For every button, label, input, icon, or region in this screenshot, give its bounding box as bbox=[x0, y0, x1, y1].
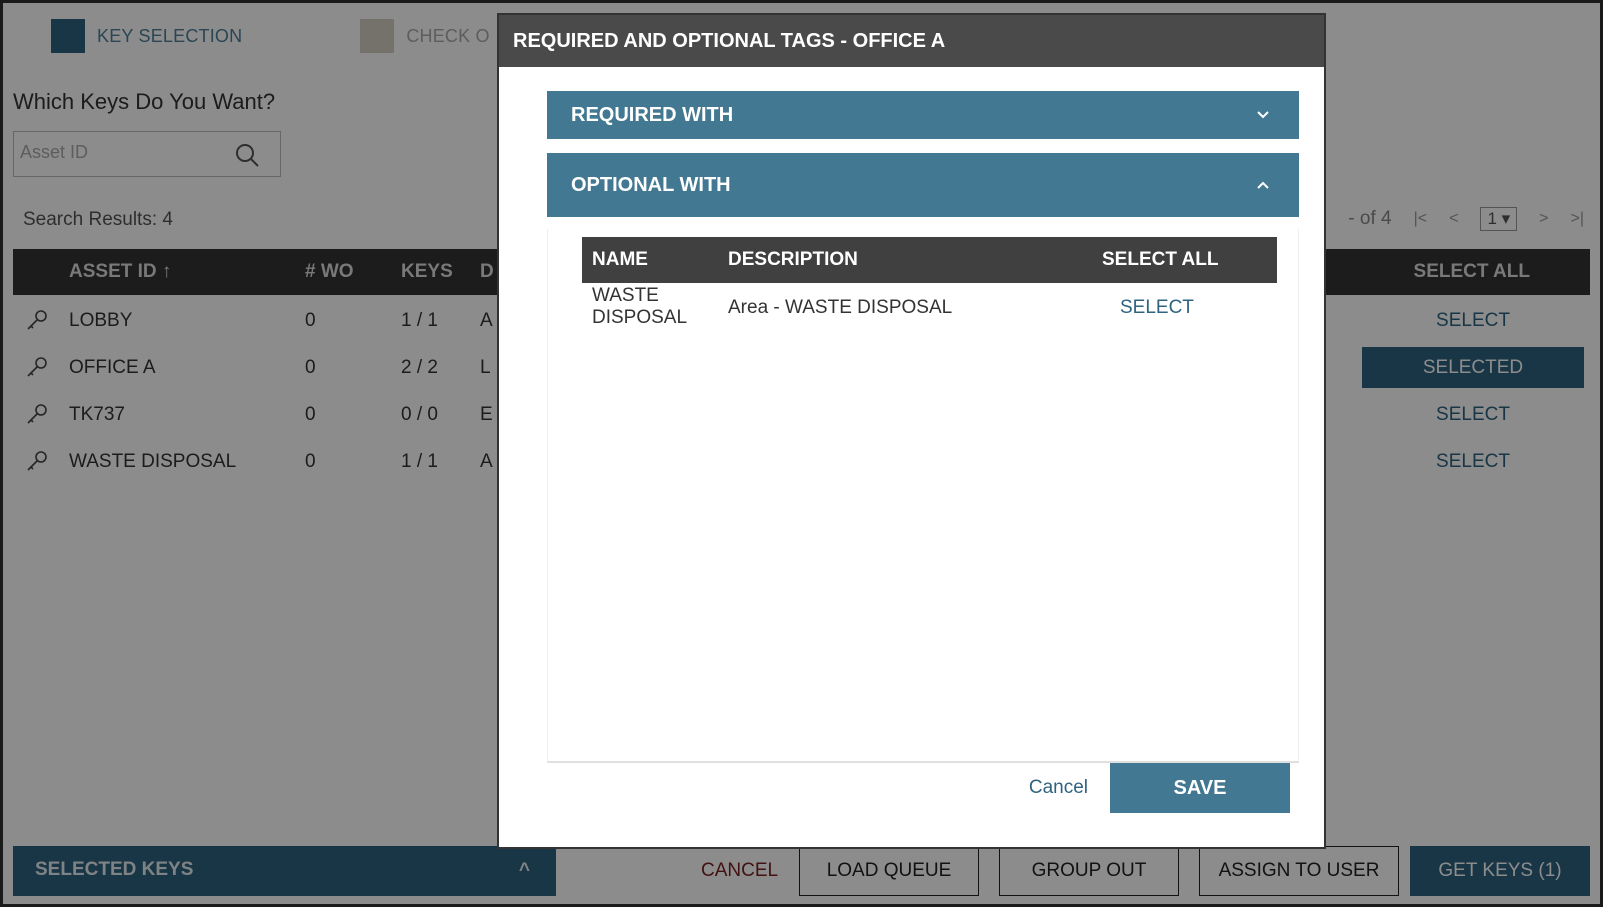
optional-with-panel: NAME DESCRIPTION SELECT ALL WASTE DISPOS… bbox=[547, 229, 1299, 763]
app-window: KEY SELECTION CHECK O Which Keys Do You … bbox=[0, 0, 1603, 907]
select-button[interactable]: SELECT bbox=[1120, 297, 1194, 319]
name-cell-line1: WASTE bbox=[592, 285, 659, 306]
col-description[interactable]: DESCRIPTION bbox=[728, 249, 858, 271]
tags-dialog: REQUIRED AND OPTIONAL TAGS - OFFICE A RE… bbox=[497, 13, 1326, 849]
dialog-title: REQUIRED AND OPTIONAL TAGS - OFFICE A bbox=[499, 15, 1324, 67]
description-cell: Area - WASTE DISPOSAL bbox=[728, 297, 953, 318]
chevron-down-icon bbox=[1257, 111, 1269, 119]
dialog-cancel-button[interactable]: Cancel bbox=[1029, 777, 1088, 799]
col-name[interactable]: NAME bbox=[592, 249, 648, 271]
required-with-accordion[interactable]: REQUIRED WITH bbox=[547, 91, 1299, 139]
optional-with-label: OPTIONAL WITH bbox=[571, 174, 731, 196]
table-row[interactable]: WASTE DISPOSAL Area - WASTE DISPOSAL SEL… bbox=[582, 285, 1277, 333]
required-with-label: REQUIRED WITH bbox=[571, 104, 734, 126]
col-select-all[interactable]: SELECT ALL bbox=[1102, 249, 1218, 271]
name-cell-line2: DISPOSAL bbox=[592, 307, 688, 328]
save-button[interactable]: SAVE bbox=[1110, 763, 1290, 813]
optional-with-accordion[interactable]: OPTIONAL WITH bbox=[547, 153, 1299, 217]
chevron-up-icon bbox=[1257, 181, 1269, 189]
optional-table-header: NAME DESCRIPTION SELECT ALL bbox=[582, 237, 1277, 283]
